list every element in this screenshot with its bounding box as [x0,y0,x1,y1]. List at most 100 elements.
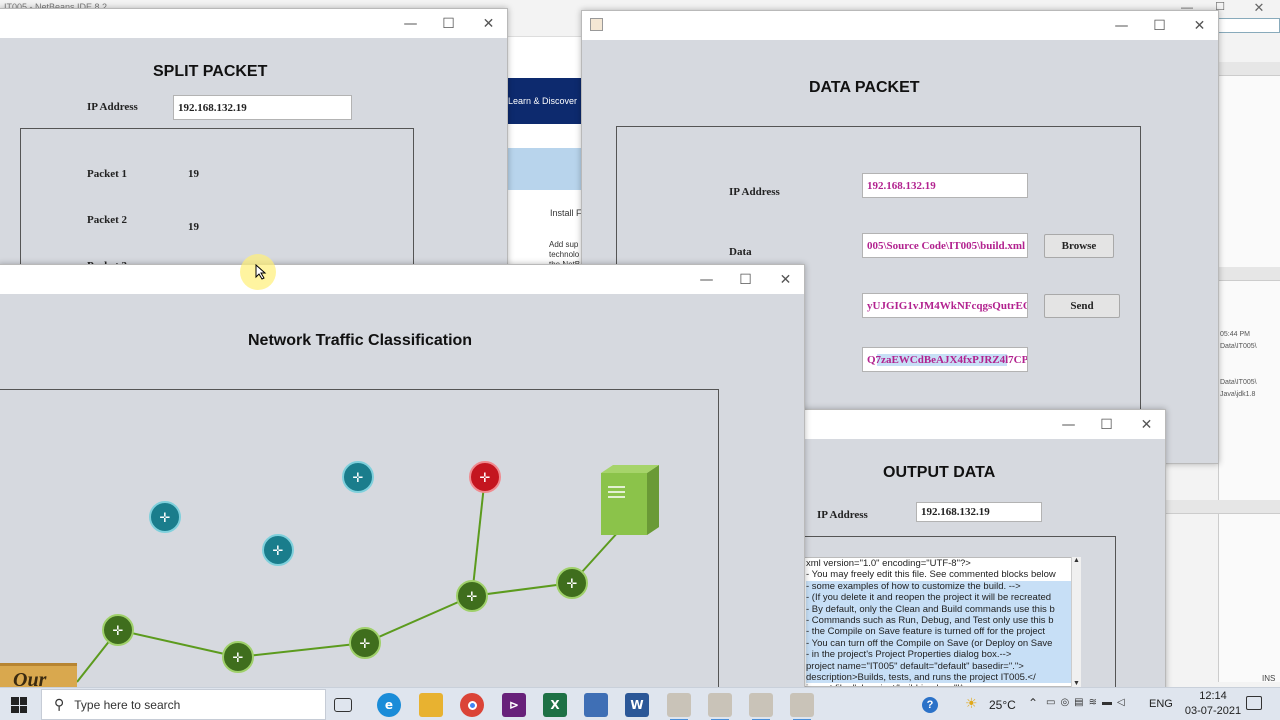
server-icon[interactable] [601,465,659,535]
svg-text:✛: ✛ [160,510,171,525]
java-app-icon-2[interactable] [708,693,732,720]
router-node-green[interactable]: ✛ [349,627,381,659]
windows-start-icon[interactable] [11,697,27,713]
show-hidden-icons[interactable]: ⌃ [1028,696,1038,710]
network-graph: ✛ ✛ ✛ ✛ ✛ ✛ ✛ ✛ ✛ [76,461,659,683]
xml-line: - By default, only the Clean and Build c… [806,603,1072,616]
java-app-icon-1[interactable] [667,693,691,720]
send-button[interactable]: Send [1044,294,1120,318]
search-icon: ⚲ [54,696,65,712]
java-app-icon [590,18,603,31]
link [237,642,366,658]
split-ip-field[interactable]: 192.168.132.19 [173,95,352,120]
visual-studio-icon[interactable]: ⊳ [502,693,526,717]
xml-line: - some examples of how to customize the … [806,580,1072,593]
ide-search-box[interactable] [1218,18,1280,33]
help-icon[interactable]: ? [922,697,938,713]
scroll-up-icon[interactable]: ▲ [1073,557,1080,564]
cipher-field[interactable]: Q7zaEWCdBeAJX4fxPJRZ4l7CPDVv [862,347,1028,372]
link [364,595,473,644]
maximize-icon[interactable]: ☐ [1087,410,1126,439]
ide-panel-header-2 [1218,267,1280,281]
file-explorer-icon[interactable] [419,693,443,717]
xml-text-area[interactable]: xml version="1.0" encoding="UTF-8"?> - Yo… [801,557,1073,687]
split-ip-label: IP Address [87,101,138,113]
data-label: Data [729,246,752,258]
close-icon[interactable]: ✕ [469,9,507,38]
excel-icon[interactable]: X [543,693,567,717]
close-icon[interactable]: ✕ [1127,410,1165,439]
word-icon[interactable]: W [625,693,649,717]
packet2-label: Packet 2 [87,214,128,226]
notification-icon[interactable] [1246,696,1262,710]
install-link[interactable]: Install F [550,208,582,218]
xml-line: - You can turn off the Compile on Save (… [806,637,1072,650]
edge-icon[interactable]: e [377,693,401,717]
link [117,629,239,658]
clock-date[interactable]: 03-07-2021 [1178,705,1248,717]
xml-line: - Commands such as Run, Debug, and Test … [806,615,1072,627]
java-app-icon-4[interactable] [790,693,814,720]
ide-right-line-3: Java\jdk1.8 [1220,391,1256,398]
data-ip-field[interactable]: 192.168.132.19 [862,173,1028,198]
taskbar-search-box[interactable]: ⚲ Type here to search [41,689,326,720]
task-view-icon[interactable] [334,698,352,712]
search-placeholder: Type here to search [74,697,181,712]
maximize-icon[interactable]: ☐ [1140,11,1179,40]
minimize-icon[interactable]: — [1102,11,1141,40]
tray-icons[interactable]: ▭◎▤≋▬◁ [1046,697,1136,711]
router-node-green[interactable]: ✛ [222,641,254,673]
mouse-pointer-icon [255,264,267,280]
router-node-teal[interactable]: ✛ [342,461,374,493]
xml-line: - (If you delete it and reopen the proje… [806,592,1072,604]
xml-line: - in the project's Project Properties di… [806,649,1072,661]
minimize-icon[interactable]: — [391,9,430,38]
svg-text:✛: ✛ [353,470,364,485]
java-app-icon-3[interactable] [749,693,773,720]
learn-discover-label: Learn & Discover [508,96,578,106]
ide-panel-header-3 [1166,500,1280,514]
taskbar: ⚲ Type here to search e ⊳ X W ? ☀ 25°C ⌃… [0,687,1280,720]
close-icon[interactable]: ✕ [1180,11,1218,40]
router-node-green[interactable]: ✛ [556,567,588,599]
svg-text:✛: ✛ [567,576,578,591]
packet2-value: 19 [188,221,199,233]
router-node-green[interactable]: ✛ [102,614,134,646]
language-label[interactable]: ENG [1149,698,1173,710]
ide-ins-indicator: INS [1262,674,1276,683]
packet1-label: Packet 1 [87,168,128,180]
encrypted-field[interactable]: yUJGIG1vJM4WkNFcqgsQutrEQ== [862,293,1028,318]
packet1-value: 19 [188,168,199,180]
maximize-icon[interactable]: ☐ [429,9,468,38]
weather-icon[interactable]: ☀ [965,695,978,712]
ide-right-panel [1218,62,1280,682]
ide-close-button[interactable]: ✕ [1246,0,1272,18]
scroll-down-icon[interactable]: ▼ [1073,680,1080,687]
cipher-text: Q7zaEWCdBeAJX4fxPJRZ4l7CPDVv [867,353,1027,366]
router-node-teal[interactable]: ✛ [262,534,294,566]
svg-text:✛: ✛ [360,636,371,651]
add-support-text-1: Add sup [549,240,579,249]
xml-lines: xml version="1.0" encoding="UTF-8"?> - Yo… [802,558,1072,686]
clock-time[interactable]: 12:14 [1193,690,1233,702]
router-node-teal[interactable]: ✛ [149,501,181,533]
xml-line: - You may freely edit this file. See com… [806,569,1056,581]
ide-right-line-1: Data\IT005\ [1220,343,1257,350]
start-page-banner [506,148,584,190]
xml-line: project name="IT005" default="default" b… [806,660,1072,673]
router-node-green[interactable]: ✛ [456,580,488,612]
xml-line: - the Compile on Save feature is turned … [806,626,1072,638]
chrome-icon[interactable] [460,693,484,717]
split-packet-title: SPLIT PACKET [153,63,268,80]
output-ip-label: IP Address [817,509,868,521]
learn-discover-tab[interactable]: Learn & Discover [506,78,584,124]
virtualbox-icon[interactable] [584,693,608,717]
svg-text:✛: ✛ [467,589,478,604]
link [471,475,486,597]
data-file-field[interactable]: 005\Source Code\IT005\build.xml [862,233,1028,258]
router-node-red[interactable]: ✛ [469,461,501,493]
browse-button[interactable]: Browse [1044,234,1114,258]
output-ip-field[interactable]: 192.168.132.19 [916,502,1042,522]
minimize-icon[interactable]: — [1049,410,1088,439]
xml-scrollbar[interactable]: ▲ ▼ [1071,557,1081,687]
